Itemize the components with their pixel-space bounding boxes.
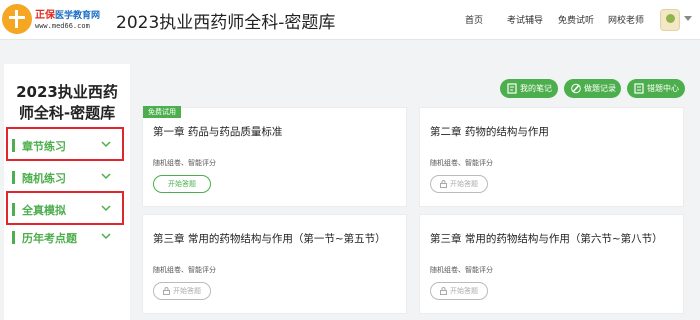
lock-icon xyxy=(440,180,447,188)
chevron-down-icon[interactable] xyxy=(100,138,112,150)
sidebar-item-random-practice[interactable]: 随机练习 xyxy=(4,165,130,191)
chevron-down-icon[interactable] xyxy=(684,16,692,21)
card-title: 第二章 药物的结构与作用 xyxy=(430,126,549,138)
sidebar-item-label: 历年考点题 xyxy=(22,232,77,245)
nav-free-trial[interactable]: 免费试听 xyxy=(558,13,594,26)
chapter-card: 第三章 常用的药物结构与作用（第六节~第八节） 随机组卷、智能评分 开始答题 xyxy=(419,214,684,314)
sidebar-item-label: 全真模拟 xyxy=(22,204,66,217)
avatar[interactable] xyxy=(660,9,680,31)
sidebar-item-label: 随机练习 xyxy=(22,172,66,185)
free-trial-badge: 免费试用 xyxy=(143,106,181,118)
card-meta: 随机组卷、智能评分 xyxy=(430,159,493,167)
site-logo[interactable]: 正保医学教育网 www.med66.com xyxy=(2,4,102,36)
my-notes-button[interactable]: 我的笔记 xyxy=(500,79,558,98)
nav-home[interactable]: 首页 xyxy=(465,13,483,26)
wrong-questions-label: 错题中心 xyxy=(647,84,679,93)
lock-icon xyxy=(163,287,170,295)
card-title: 第三章 常用的药物结构与作用（第六节~第八节） xyxy=(430,233,663,245)
chevron-down-icon[interactable] xyxy=(100,230,112,242)
notes-icon xyxy=(507,83,517,94)
sidebar-item-label: 章节练习 xyxy=(22,140,66,153)
card-meta: 随机组卷、智能评分 xyxy=(153,266,216,274)
logo-badge-icon xyxy=(2,4,32,34)
logo-name: 正保医学教育网 xyxy=(35,6,100,21)
start-answer-label: 开始答题 xyxy=(173,287,201,295)
start-answer-button-locked[interactable]: 开始答题 xyxy=(430,175,488,193)
logo-name-main: 正保 xyxy=(35,10,55,21)
sidebar-item-chapter-practice[interactable]: 章节练习 xyxy=(4,133,130,159)
sidebar-item-marker xyxy=(12,203,15,216)
sidebar-item-marker xyxy=(12,231,15,244)
logo-url: www.med66.com xyxy=(35,22,90,30)
sidebar-title-line1: 2023执业西药 xyxy=(16,83,118,101)
card-title: 第三章 常用的药物结构与作用（第一节~第五节） xyxy=(153,233,386,245)
my-notes-label: 我的笔记 xyxy=(520,84,552,93)
start-answer-label: 开始答题 xyxy=(450,180,478,188)
sidebar-item-full-mock[interactable]: 全真模拟 xyxy=(4,197,130,223)
page-title: 2023执业西药师全科-密题库 xyxy=(116,13,336,33)
card-meta: 随机组卷、智能评分 xyxy=(430,266,493,274)
start-answer-button-locked[interactable]: 开始答题 xyxy=(430,282,488,300)
card-title: 第一章 药品与药品质量标准 xyxy=(153,126,283,138)
answer-records-label: 做题记录 xyxy=(584,84,616,93)
sidebar-item-marker xyxy=(12,139,15,152)
wrong-questions-button[interactable]: 错题中心 xyxy=(627,79,685,98)
lock-icon xyxy=(440,287,447,295)
sidebar-title: 2023执业西药 师全科-密题库 xyxy=(4,82,130,124)
top-header: 正保医学教育网 www.med66.com 2023执业西药师全科-密题库 首页… xyxy=(0,0,700,40)
pencil-icon xyxy=(571,83,581,94)
sidebar-item-marker xyxy=(12,171,15,184)
chapter-card: 第三章 常用的药物结构与作用（第一节~第五节） 随机组卷、智能评分 开始答题 xyxy=(142,214,407,314)
start-answer-label: 开始答题 xyxy=(450,287,478,295)
chapter-card: 免费试用 第一章 药品与药品质量标准 随机组卷、智能评分 开始答题 xyxy=(142,106,407,207)
sidebar: 2023执业西药 师全科-密题库 章节练习 随机练习 全真模拟 历年考点题 xyxy=(4,64,130,320)
answer-records-button[interactable]: 做题记录 xyxy=(564,79,621,98)
card-meta: 随机组卷、智能评分 xyxy=(153,159,216,167)
logo-name-rest: 医学教育网 xyxy=(55,11,101,21)
nav-teachers[interactable]: 网校老师 xyxy=(608,13,644,26)
chapter-card: 第二章 药物的结构与作用 随机组卷、智能评分 开始答题 xyxy=(419,107,684,207)
start-answer-button-locked[interactable]: 开始答题 xyxy=(153,282,211,300)
sidebar-item-past-exam-points[interactable]: 历年考点题 xyxy=(4,225,130,251)
start-answer-button[interactable]: 开始答题 xyxy=(153,175,211,193)
book-icon xyxy=(634,83,644,94)
chevron-down-icon[interactable] xyxy=(100,170,112,182)
chevron-down-icon[interactable] xyxy=(100,202,112,214)
sidebar-title-line2: 师全科-密题库 xyxy=(18,104,116,122)
nav-exam-tutoring[interactable]: 考试辅导 xyxy=(507,13,543,26)
